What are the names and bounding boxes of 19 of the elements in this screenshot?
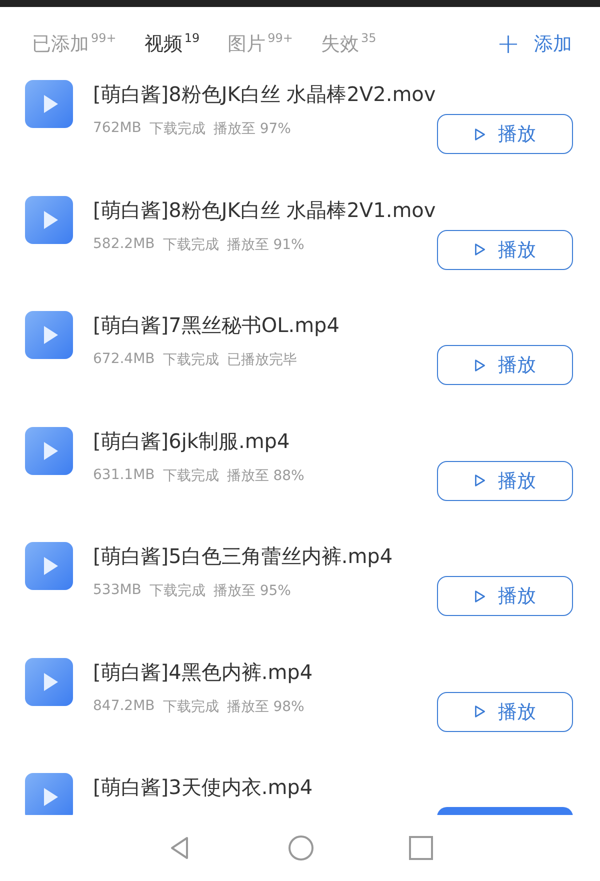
file-size: 631.1MB: [93, 466, 155, 484]
download-status: 下载完成: [149, 120, 206, 138]
file-size: 582.2MB: [93, 236, 155, 254]
download-status: 下载完成: [162, 466, 219, 484]
file-name: [萌白酱]4黑色内裤.mp4: [93, 658, 314, 686]
file-size: 672.4MB: [93, 351, 155, 369]
download-status: 下载完成: [162, 698, 219, 716]
file-name: [萌白酱]7黑丝秘书OL.mp4: [93, 312, 340, 339]
file-name: [萌白酱]8粉色JK白丝 水晶棒2V2.mov: [93, 81, 437, 108]
file-size: 847.2MB: [93, 698, 155, 716]
file-name: [萌白酱]8粉色JK白丝 水晶棒2V1.mov: [93, 196, 437, 224]
download-status: 下载完成: [149, 582, 206, 600]
file-name: [萌白酱]5白色三角蕾丝内裤.mp4: [93, 543, 394, 570]
download-status: 下载完成: [162, 351, 219, 369]
file-name: [萌白酱]6jk制服.mp4: [93, 428, 291, 454]
file-name: [萌白酱]3天使内衣.mp4: [93, 774, 314, 801]
file-size: 533MB: [93, 582, 142, 600]
file-size: 762MB: [93, 120, 142, 138]
download-status: 下载完成: [162, 236, 219, 254]
